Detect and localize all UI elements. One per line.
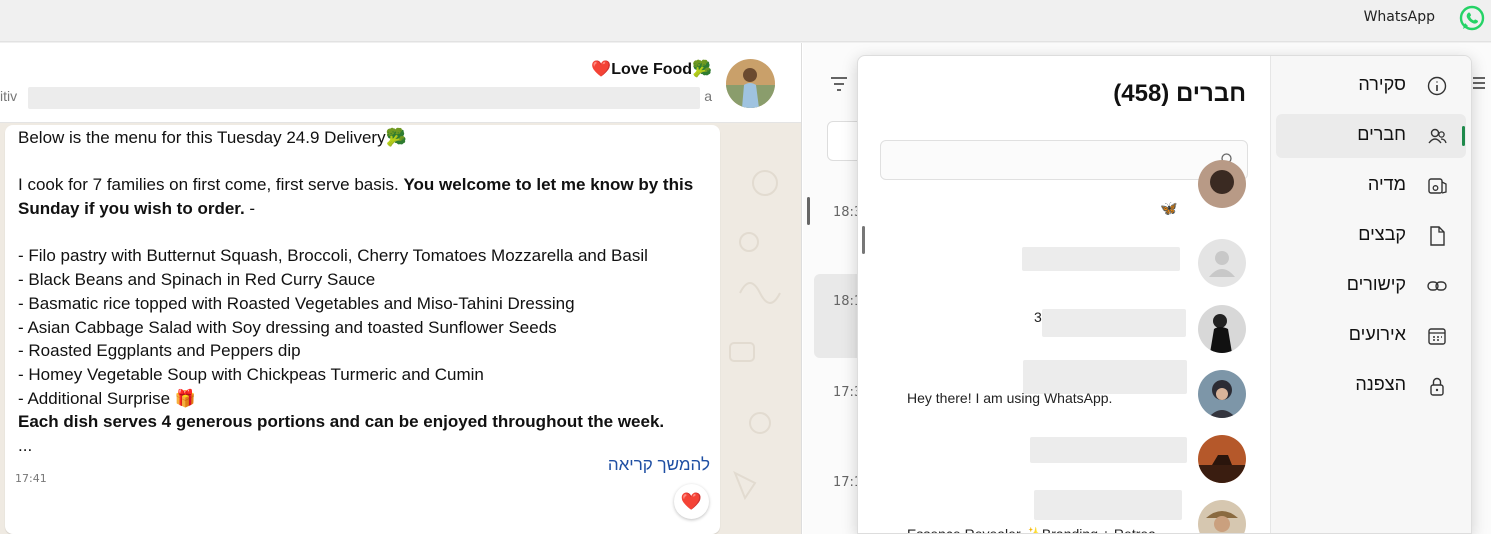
message-time: 17:41 — [15, 472, 47, 485]
message-bubble[interactable]: Below is the menu for this Tuesday 24.9 … — [5, 125, 720, 534]
group-info-popup: חברים (458) 🦋 3 Hey there! I am using Wh… — [857, 55, 1472, 534]
menu-item-3: - Basmatic rice topped with Roasted Vege… — [18, 293, 575, 313]
member-row[interactable]: 3 — [858, 299, 1272, 359]
nav-label: מדיה — [1367, 174, 1406, 194]
members-search-input[interactable] — [889, 147, 1209, 173]
chat-header[interactable]: ❤️Love Food🥦 itiv a — [0, 43, 801, 123]
member-avatar — [1198, 305, 1246, 353]
message-line-3: I cook for 7 families on first come, fir… — [18, 175, 694, 195]
member-status: Hey there! I am using WhatsApp. — [907, 390, 1113, 406]
nav-files[interactable]: קבצים — [1276, 214, 1466, 258]
member-status: Essence Revealer ✨Branding + Retrea — [907, 526, 1156, 534]
member-row[interactable]: Essence Revealer ✨Branding + Retrea — [858, 490, 1272, 534]
nav-encryption[interactable]: הצפנה — [1276, 364, 1466, 408]
member-status: 3 — [1034, 309, 1042, 325]
nav-events[interactable]: אירועים — [1276, 314, 1466, 358]
redacted-name — [1042, 309, 1186, 337]
menu-item-6: - Homey Vegetable Soup with Chickpeas Tu… — [18, 365, 484, 384]
redacted-name — [1022, 247, 1180, 271]
menu-item-5: - Roasted Eggplants and Peppers dip — [18, 341, 301, 361]
info-icon — [1427, 76, 1447, 96]
lock-icon — [1430, 377, 1444, 396]
participants-end: a — [704, 88, 712, 104]
conversation-pane: ❤️Love Food🥦 itiv a Below is the menu fo… — [0, 43, 802, 534]
menu-item-2: - Black Beans and Spinach in Red Curry S… — [18, 270, 376, 290]
heart-reaction: ❤️ — [680, 491, 703, 512]
member-avatar — [1198, 500, 1246, 533]
nav-overview[interactable]: סקירה — [1276, 64, 1466, 108]
filter-icon[interactable] — [830, 77, 848, 91]
redacted-participants — [28, 87, 700, 109]
message-line-1: Below is the menu for this Tuesday 24.9 … — [18, 128, 407, 147]
members-title: חברים (458) — [1113, 80, 1246, 107]
link-icon — [1427, 281, 1447, 291]
members-icon — [1428, 128, 1447, 144]
redacted-name — [1023, 360, 1187, 394]
member-row[interactable]: Hey there! I am using WhatsApp. — [858, 360, 1272, 424]
members-panel: חברים (458) 🦋 3 Hey there! I am using Wh… — [858, 56, 1272, 534]
media-icon — [1428, 178, 1447, 194]
participants-start: itiv — [0, 88, 18, 104]
menu-icon[interactable] — [1472, 77, 1486, 89]
title-bar: WhatsApp — [0, 0, 1491, 42]
members-search[interactable] — [880, 140, 1248, 180]
member-avatar — [1198, 435, 1246, 483]
member-row[interactable] — [858, 233, 1272, 293]
nav-media[interactable]: מדיה — [1276, 164, 1466, 208]
member-avatar — [1198, 160, 1246, 208]
reaction-badge[interactable]: ❤️ — [674, 484, 709, 519]
default-avatar-icon — [1198, 239, 1246, 287]
app-name: WhatsApp — [1363, 9, 1435, 25]
nav-label: קישורים — [1346, 274, 1406, 294]
message-text[interactable]: Below is the menu for this Tuesday 24.9 … — [18, 126, 713, 458]
chat-list-scrollbar[interactable] — [807, 197, 810, 225]
group-participants-line: itiv a — [0, 86, 712, 109]
nav-label: חברים — [1357, 124, 1406, 144]
calendar-icon — [1428, 328, 1446, 345]
nav-label: הצפנה — [1355, 374, 1406, 394]
redacted-name — [1034, 490, 1182, 520]
portions-line: Each dish serves 4 generous portions and… — [18, 412, 665, 432]
menu-item-7: - Additional Surprise 🎁 — [18, 388, 197, 408]
nav-label: קבצים — [1358, 224, 1406, 244]
nav-label: אירועים — [1348, 324, 1406, 344]
redacted-name — [1030, 437, 1187, 463]
menu-item-4: - Asian Cabbage Salad with Soy dressing … — [18, 317, 557, 337]
menu-item-1: - Filo pastry with Butternut Squash, Bro… — [18, 246, 648, 266]
active-indicator — [1462, 126, 1465, 146]
nav-members[interactable]: חברים — [1276, 114, 1466, 158]
member-status: 🦋 — [1160, 200, 1178, 216]
group-name[interactable]: ❤️Love Food🥦 — [591, 59, 712, 79]
file-icon — [1430, 226, 1445, 246]
message-line-4: Sunday if you wish to order. - — [18, 199, 256, 219]
member-avatar — [1198, 370, 1246, 418]
member-row[interactable] — [858, 429, 1272, 489]
whatsapp-logo-icon — [1459, 5, 1485, 31]
group-info-nav: סקירה חברים מדיה קבצים קישורים אירועים ה… — [1270, 56, 1471, 533]
group-avatar[interactable] — [726, 59, 775, 108]
read-more-link[interactable]: להמשך קריאה — [608, 455, 710, 475]
nav-links[interactable]: קישורים — [1276, 264, 1466, 308]
nav-label: סקירה — [1358, 74, 1406, 94]
